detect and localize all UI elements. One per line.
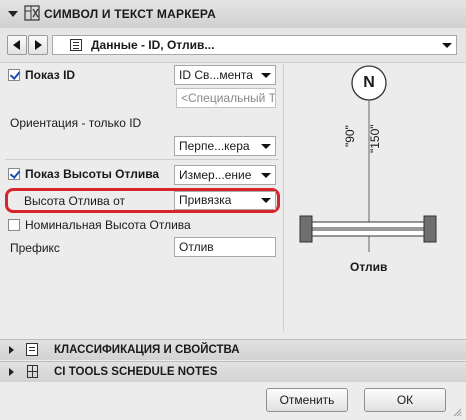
marker-preview (299, 65, 437, 252)
collapse-arrow-icon[interactable] (8, 11, 18, 17)
chevron-down-icon (261, 198, 271, 203)
nominal-sill-height-label: Номинальная Высота Отлива (25, 218, 191, 232)
id-source-value: ID Св...мента (179, 68, 253, 82)
custom-text-field[interactable]: <Специальный Т (176, 88, 276, 108)
window-frame (311, 221, 425, 237)
sill-measure-value: Измер...ение (179, 168, 252, 182)
panel-title: СИМВОЛ И ТЕКСТ МАРКЕРА (44, 7, 216, 21)
wall-left (299, 215, 313, 243)
prefix-label: Префикс (10, 241, 60, 255)
id-source-dropdown[interactable]: ID Св...мента (174, 65, 276, 85)
marker-panel-icon (24, 5, 40, 21)
chevron-down-icon (442, 43, 452, 48)
cancel-button[interactable]: Отменить (266, 388, 348, 412)
prev-button[interactable] (7, 35, 27, 55)
sill-height-from-value: Привязка (179, 193, 232, 207)
sill-height-from-dropdown[interactable]: Привязка (174, 191, 276, 210)
chevron-down-icon (261, 173, 271, 178)
page-select-dropdown[interactable]: Данные - ID, Отлив... (52, 35, 457, 55)
orientation-label: Ориентация - только ID (10, 116, 142, 130)
grid-icon (27, 365, 38, 378)
section-classification[interactable]: КЛАССИФИКАЦИЯ И СВОЙСТВА (0, 339, 466, 360)
sill-height-from-label: Высота Отлива от (24, 194, 125, 208)
separator (5, 159, 279, 160)
orientation-dropdown[interactable]: Перпе...кера (174, 136, 276, 156)
chevron-down-icon (261, 144, 271, 149)
section-ci-tools[interactable]: CI TOOLS SCHEDULE NOTES (0, 361, 466, 382)
dimension-label-90: "90" (343, 125, 357, 147)
panel-divider (283, 64, 284, 332)
show-sill-height-checkbox[interactable] (8, 168, 20, 180)
marker-letter: N (363, 74, 375, 91)
orientation-value: Перпе...кера (179, 139, 250, 153)
ok-button[interactable]: ОК (364, 388, 446, 412)
section-title: CI TOOLS SCHEDULE NOTES (54, 366, 218, 378)
prefix-value: Отлив (179, 240, 214, 254)
custom-text-placeholder: <Специальный Т (181, 91, 276, 105)
nominal-sill-height-checkbox[interactable] (8, 219, 20, 231)
chevron-down-icon (261, 73, 271, 78)
resize-grip-icon[interactable] (452, 406, 462, 417)
expand-arrow-icon (9, 346, 14, 354)
sill-measure-dropdown[interactable]: Измер...ение (174, 165, 276, 185)
next-button[interactable] (28, 35, 48, 55)
page-select-value: Данные - ID, Отлив... (91, 38, 215, 52)
wall-right (423, 215, 437, 243)
section-title: КЛАССИФИКАЦИЯ И СВОЙСТВА (54, 344, 240, 356)
dimension-label-150: "150" (368, 124, 382, 153)
document-icon (26, 343, 38, 356)
prefix-input[interactable]: Отлив (174, 237, 276, 257)
show-sill-height-label: Показ Высоты Отлива (25, 167, 160, 181)
show-id-checkbox[interactable] (8, 69, 20, 81)
preview-caption: Отлив (350, 260, 388, 274)
list-icon (70, 39, 82, 51)
expand-arrow-icon (9, 368, 14, 376)
show-id-label: Показ ID (25, 68, 76, 82)
